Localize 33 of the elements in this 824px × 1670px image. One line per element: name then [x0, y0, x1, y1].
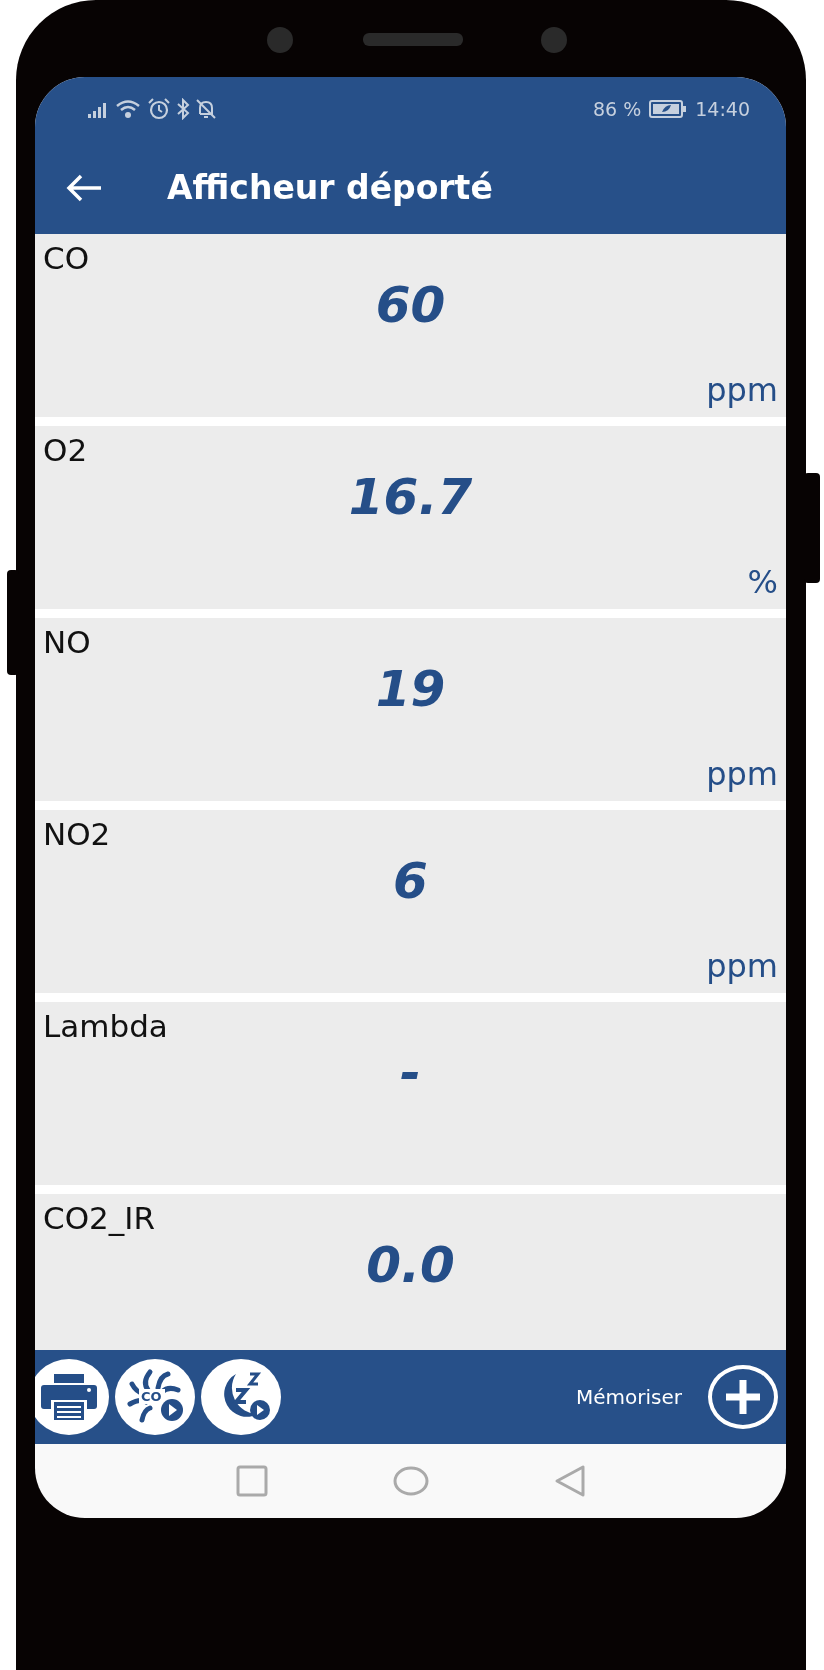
measurement-label: CO2_IR — [43, 1199, 155, 1238]
battery-percentage: 86 % — [592, 96, 642, 122]
measurement-label: NO2 — [43, 815, 111, 854]
screen-title: Afficheur déporté — [167, 166, 493, 209]
home-icon[interactable] — [391, 1465, 430, 1497]
recents-icon[interactable] — [235, 1465, 268, 1497]
back-icon[interactable] — [553, 1464, 586, 1498]
printer-icon — [39, 1372, 99, 1422]
measurement-unit: ppm — [706, 754, 778, 793]
bluetooth-icon — [175, 98, 191, 120]
measurement-label: CO — [43, 239, 90, 278]
measurement-value: 60 — [375, 278, 446, 334]
battery-icon — [649, 99, 688, 119]
measurement-label: NO — [43, 623, 91, 662]
measurement-value: - — [400, 1046, 421, 1102]
measurement-value: 16.7 — [348, 470, 473, 526]
measurement-value: 0.0 — [366, 1238, 455, 1294]
sensor-icon — [539, 25, 569, 55]
measurement-value: 6 — [393, 854, 428, 910]
plus-icon — [723, 1377, 763, 1417]
measurement-unit: ppm — [706, 946, 778, 985]
muted-bell-icon — [195, 98, 217, 120]
measurement-label: O2 — [43, 431, 88, 470]
measurement-value: 19 — [375, 662, 446, 718]
measurement-label: Lambda — [43, 1007, 168, 1046]
add-button[interactable] — [708, 1365, 778, 1429]
alarm-icon — [147, 97, 171, 121]
co-cycle-button[interactable]: CO — [115, 1359, 195, 1435]
measurement-unit: ppm — [706, 370, 778, 409]
clock-time: 14:40 — [695, 96, 750, 122]
memorize-label: Mémoriser — [576, 1384, 682, 1411]
back-arrow-icon[interactable] — [65, 172, 103, 203]
measurement-unit: % — [747, 562, 778, 601]
